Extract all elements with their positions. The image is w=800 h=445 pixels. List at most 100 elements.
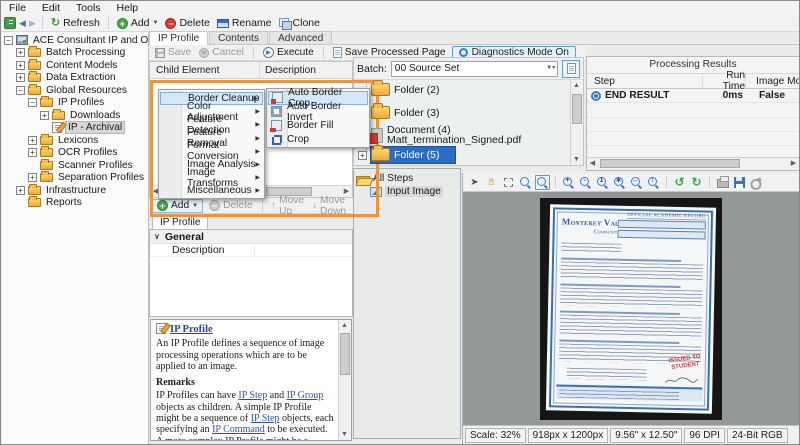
settings-wrench-icon[interactable] (749, 175, 764, 190)
delete-button[interactable]: −Delete (163, 17, 211, 29)
scrollbar-thumb[interactable] (572, 94, 582, 124)
tab-ip-profile[interactable]: IP Profile (149, 31, 208, 45)
fit-height-icon[interactable]: ↕ (646, 175, 661, 190)
column-child-element[interactable]: Child Element (150, 62, 260, 78)
cancel-button[interactable]: ✕Cancel (197, 47, 246, 58)
tree-item-scanner-profiles[interactable]: Scanner Profiles (2, 159, 148, 172)
result-row-end-result[interactable]: END RESULT 0ms False (587, 89, 799, 103)
expand-icon[interactable] (16, 61, 25, 70)
menu-file[interactable]: File (1, 2, 34, 14)
save-button[interactable]: Save (153, 47, 193, 58)
expand-icon[interactable] (16, 73, 25, 82)
tree-item-downloads[interactable]: Downloads (2, 109, 148, 122)
zoom-out-icon[interactable]: - (578, 175, 593, 190)
steps-input-image[interactable]: Input Image (356, 185, 458, 198)
menu-item-auto-border-invert[interactable]: Auto Border Invert (267, 105, 369, 119)
rename-button[interactable]: Rename (215, 17, 274, 29)
column-step[interactable]: Step (587, 76, 702, 87)
link-ip-step[interactable]: IP Step (251, 413, 280, 424)
dropdown-filter-icon[interactable]: ▼▾ (546, 64, 555, 71)
clone-button[interactable]: Clone (277, 17, 322, 29)
move-up-button[interactable]: ↑Move Up (269, 195, 306, 217)
batch-folder-3[interactable]: Folder (3) (371, 106, 440, 119)
horizontal-scrollbar[interactable]: ◀ ▶ (587, 157, 799, 170)
tree-item-batch-processing[interactable]: Batch Processing (2, 47, 148, 60)
execute-button[interactable]: ▶Execute (261, 47, 316, 58)
zoom-in-icon[interactable]: + (561, 175, 576, 190)
column-description[interactable]: Description (260, 65, 316, 76)
page-view-toggle[interactable] (562, 60, 580, 78)
expand-icon[interactable] (16, 48, 25, 57)
zoom-actual-size-icon[interactable]: 1 (595, 175, 610, 190)
scrollbar-thumb[interactable] (600, 159, 740, 168)
tree-item-ip-archival[interactable]: IP - Archival (2, 122, 148, 135)
save-image-icon[interactable] (732, 175, 747, 190)
scroll-left-icon[interactable]: ◀ (587, 158, 598, 169)
tree-item-reports[interactable]: Reports (2, 197, 148, 210)
rotate-right-icon[interactable]: ↻ (689, 175, 704, 190)
batch-combobox[interactable]: 00 Source Set▼▾ (391, 61, 558, 77)
tree-item-ocr-profiles[interactable]: OCR Profiles (2, 147, 148, 160)
tree-item-root[interactable]: ACE Consultant IP and OCR (2, 34, 148, 47)
tree-item-ip-profiles[interactable]: IP Profiles (2, 97, 148, 110)
fit-width-icon[interactable]: ↔ (629, 175, 644, 190)
scroll-right-icon[interactable]: ▶ (788, 158, 799, 169)
link-ip-group[interactable]: IP Group (287, 390, 324, 401)
menu-help[interactable]: Help (109, 2, 147, 14)
menu-tools[interactable]: Tools (68, 2, 109, 14)
forward-icon[interactable]: ▶ (29, 18, 36, 29)
refresh-button[interactable]: ↻Refresh (49, 17, 102, 29)
vertical-scrollbar[interactable]: ▲ ▼ (338, 320, 351, 440)
tree-item-lexicons[interactable]: Lexicons (2, 134, 148, 147)
menu-edit[interactable]: Edit (34, 2, 68, 14)
tree-item-global-resources[interactable]: Global Resources (2, 84, 148, 97)
scroll-up-icon[interactable]: ▲ (339, 320, 350, 331)
tree-item-infrastructure[interactable]: Infrastructure (2, 184, 148, 197)
menu-item-format-conversion[interactable]: Format Conversion▶ (159, 145, 264, 158)
link-ip-step[interactable]: IP Step (238, 390, 267, 401)
viewer-canvas[interactable]: Monterey Valley Community College OFFICI… (463, 192, 800, 425)
print-icon[interactable] (715, 175, 730, 190)
expand-icon[interactable] (28, 148, 37, 157)
zoom-region-icon[interactable] (518, 175, 533, 190)
collapse-icon[interactable] (28, 98, 37, 107)
step-add-button[interactable]: +Add▼ (152, 199, 203, 213)
tree-item-separation-profiles[interactable]: Separation Profiles (2, 172, 148, 185)
property-row-description[interactable]: Description (150, 244, 352, 257)
zoom-fit-icon[interactable]: ∗ (612, 175, 627, 190)
batch-document-4[interactable]: Document (4)Matt_termination_Signed.pdf (371, 126, 521, 145)
app-icon[interactable] (4, 17, 16, 29)
collapse-icon[interactable] (16, 86, 25, 95)
vertical-scrollbar[interactable]: ▲ ▼ (570, 80, 583, 165)
steps-root[interactable]: All Steps (356, 172, 458, 185)
expand-icon[interactable] (28, 136, 37, 145)
scroll-down-icon[interactable]: ▼ (571, 154, 582, 165)
scrollbar-thumb[interactable] (340, 333, 350, 375)
rotate-left-icon[interactable]: ↺ (672, 175, 687, 190)
expand-icon[interactable] (40, 111, 49, 120)
expand-icon[interactable] (28, 173, 37, 182)
help-title-link[interactable]: IP Profile (170, 324, 213, 335)
menu-item-miscellaneous[interactable]: Miscellaneous▶ (159, 184, 264, 197)
tree-item-data-extraction[interactable]: Data Extraction (2, 72, 148, 85)
menu-item-image-transforms[interactable]: Image Transforms▶ (159, 171, 264, 184)
column-run-time[interactable]: Run Time (702, 74, 745, 88)
expand-icon[interactable] (16, 186, 25, 195)
scroll-down-icon[interactable]: ▼ (339, 429, 350, 440)
move-down-button[interactable]: ↓Move Down (310, 195, 350, 217)
magnifier-tool-icon[interactable] (535, 175, 550, 190)
column-image-modified[interactable]: Image Modified (745, 74, 799, 88)
scroll-up-icon[interactable]: ▲ (571, 80, 582, 91)
pointer-tool-icon[interactable]: ➤ (467, 175, 482, 190)
tree-item-content-models[interactable]: Content Models (2, 59, 148, 72)
tab-advanced[interactable]: Advanced (269, 31, 332, 44)
back-icon[interactable]: ◀ (19, 18, 26, 29)
step-delete-button[interactable]: −Delete (207, 200, 254, 211)
property-group-general[interactable]: ∨General (150, 230, 352, 244)
property-tab[interactable]: IP Profile (152, 215, 208, 230)
menu-item-crop[interactable]: Crop (267, 132, 369, 146)
batch-folder-2[interactable]: Folder (2) (371, 83, 440, 96)
collapse-icon[interactable] (4, 36, 13, 45)
expand-icon[interactable] (358, 151, 367, 160)
add-button[interactable]: +Add▼ (115, 17, 161, 29)
